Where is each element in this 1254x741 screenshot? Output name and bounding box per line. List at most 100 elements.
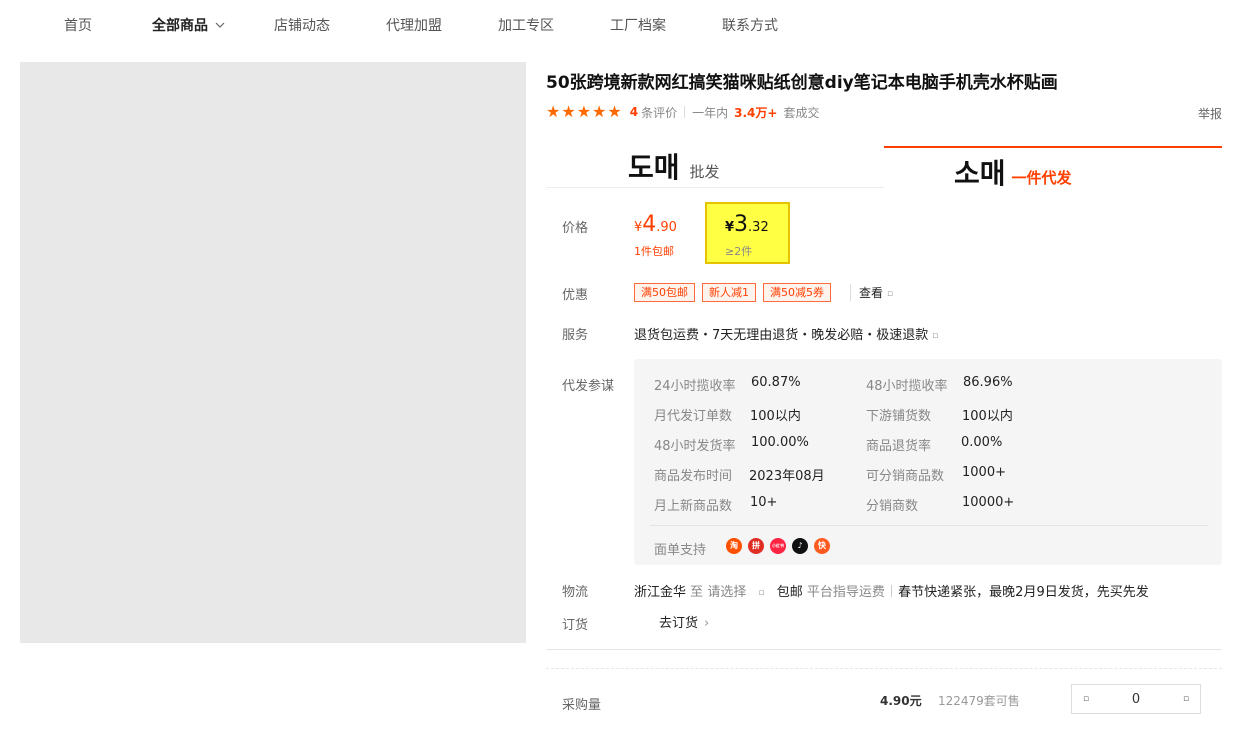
logistics-label: 物流 (562, 585, 589, 600)
tab-dropship-kr: 소매 (954, 157, 1006, 190)
price-tier-2: ¥3.32 (725, 212, 769, 237)
divider (546, 649, 1222, 650)
stat-key: 月上新商品数 (654, 499, 733, 514)
taobao-icon: 淘 (726, 538, 742, 554)
currency-symbol: ¥ (725, 220, 735, 235)
star-icon: ★ (607, 102, 622, 121)
nav-factory-profile[interactable]: 工厂档案 (610, 15, 666, 35)
shipping-guide[interactable]: 平台指导运费 (807, 585, 885, 600)
stat-key: 下游铺货数 (866, 409, 932, 424)
purchase-label: 采购量 (562, 698, 602, 713)
price-integer: 3 (734, 212, 749, 237)
star-icon: ★ (576, 102, 592, 121)
stat-key: 商品发布时间 (654, 469, 733, 484)
price-tier-2-note: ≥2件 (725, 245, 753, 258)
tab-wholesale-kr: 도매 (628, 151, 680, 184)
service-text: 退货包运费・7天无理由退货・晚发必赔・极速退款 (634, 328, 929, 343)
review-suffix[interactable]: 条评价 (641, 104, 677, 121)
stat-key: 月代发订单数 (654, 409, 733, 424)
stat-value: 100以内 (962, 409, 1013, 424)
stat-value: 1000+ (962, 465, 1006, 480)
xiaohongshu-icon: 小红书 (770, 538, 786, 554)
dropship-stats-label: 代发参谋 (562, 379, 615, 394)
go-order-link[interactable]: 去订货 › (659, 612, 709, 631)
shipping-type: 包邮 (776, 585, 803, 600)
pinduoduo-icon: 拼 (748, 538, 764, 554)
period-label: 一年内 (692, 105, 729, 120)
rating-stars[interactable]: ★ ★ ★ ★ ★ (546, 104, 622, 120)
douyin-icon: ♪ (792, 538, 808, 554)
dropship-stats-panel: 24小时揽收率 60.87% 48小时揽收率 86.96% 月代发订单数 100… (634, 359, 1222, 565)
deal-suffix: 套成交 (783, 105, 820, 120)
stat-value: 100.00% (751, 435, 809, 450)
divider (684, 106, 686, 118)
stat-value: 10000+ (962, 495, 1015, 510)
coupon-new-user[interactable]: 新人减1 (702, 283, 756, 302)
tab-wholesale-cn: 批发 (689, 163, 720, 181)
logistics-to: 至 (690, 585, 704, 600)
quantity-input[interactable]: 0 (1100, 692, 1172, 707)
report-link[interactable]: 举报 (1198, 105, 1222, 122)
sku-price: 4.90元 (880, 694, 922, 708)
expand-icon: ▫ (887, 289, 894, 299)
tab-wholesale[interactable]: 도매 批发 (546, 146, 884, 188)
divider (546, 668, 1222, 669)
stat-value: 10+ (750, 495, 778, 510)
view-promos-label: 查看 (859, 286, 884, 300)
service-label: 服务 (562, 328, 589, 343)
stat-value: 0.00% (961, 435, 1003, 450)
tab-dropship[interactable]: 소매 一件代发 (884, 146, 1222, 190)
price-tier-1-note: 1件包邮 (634, 245, 674, 258)
view-promos-button[interactable]: 查看 ▫ (850, 284, 893, 301)
stat-value: 100以内 (750, 409, 801, 424)
promo-label: 优惠 (562, 288, 589, 303)
stat-key: 48小时发货率 (654, 439, 736, 454)
go-order-label: 去订货 (659, 616, 699, 631)
price-integer: 4 (642, 212, 657, 237)
price-tier-2-highlight: ¥3.32 ≥2件 (705, 202, 790, 264)
stat-key: 24小时揽收率 (654, 379, 736, 394)
waybill-platforms: 淘 拼 小红书 ♪ 快 (726, 538, 830, 554)
order-label: 订货 (562, 618, 589, 633)
divider (891, 585, 893, 597)
sku-stock: 122479套可售 (938, 694, 1020, 708)
divider (650, 525, 1208, 526)
price-label: 价格 (562, 221, 589, 236)
nav-agency[interactable]: 代理加盟 (386, 15, 442, 35)
stat-value: 2023年08月 (749, 469, 825, 484)
service-guarantees[interactable]: 退货包运费・7天无理由退货・晚发必赔・极速退款 ▫ (634, 324, 938, 343)
coupon-free-shipping[interactable]: 满50包邮 (634, 283, 695, 302)
logistics-info: 浙江金华 至 请选择 ▫ 包邮 平台指导运费 春节快递紧张，最晚2月9日发货，先… (634, 581, 1149, 600)
star-icon: ★ (592, 102, 607, 121)
chevron-right-icon: › (704, 616, 710, 631)
product-image[interactable] (20, 62, 526, 643)
quantity-stepper: ▫ 0 ▫ (1071, 684, 1201, 714)
star-icon: ★ (561, 102, 576, 121)
increment-button[interactable]: ▫ (1172, 694, 1200, 704)
dropdown-icon[interactable]: ▫ (758, 588, 764, 598)
deal-count: 3.4万+ (734, 105, 778, 120)
tab-dropship-cn: 一件代发 (1011, 169, 1072, 187)
stat-key: 48小时揽收率 (866, 379, 948, 394)
nav-all-products-label: 全部商品 (152, 18, 208, 34)
coupon-discount[interactable]: 满50减5券 (763, 283, 831, 302)
product-title: 50张跨境新款网红搞笑猫咪贴纸创意diy笔记本电脑手机壳水杯贴画 (546, 73, 1058, 93)
info-icon: ▫ (932, 331, 939, 341)
rating-row: ★ ★ ★ ★ ★ 4 条评价 一年内 3.4万+ 套成交 (546, 102, 819, 122)
price-decimal: .90 (656, 220, 677, 235)
nav-contact[interactable]: 联系方式 (722, 15, 778, 35)
destination-select[interactable]: 请选择 (707, 585, 746, 600)
price-tier-1: ¥4.90 (634, 212, 677, 237)
stat-key: 商品退货率 (866, 439, 932, 454)
nav-home[interactable]: 首页 (64, 15, 92, 35)
review-count[interactable]: 4 (630, 105, 638, 119)
price-decimal: .32 (748, 220, 769, 235)
stat-value: 86.96% (963, 375, 1013, 390)
nav-processing[interactable]: 加工专区 (498, 15, 554, 35)
kuaishou-icon: 快 (814, 538, 830, 554)
decrement-button[interactable]: ▫ (1072, 694, 1100, 704)
waybill-label: 面单支持 (654, 543, 707, 558)
star-icon: ★ (546, 102, 561, 121)
nav-all-products[interactable]: 全部商品 (152, 15, 225, 35)
nav-store-news[interactable]: 店铺动态 (274, 15, 330, 35)
